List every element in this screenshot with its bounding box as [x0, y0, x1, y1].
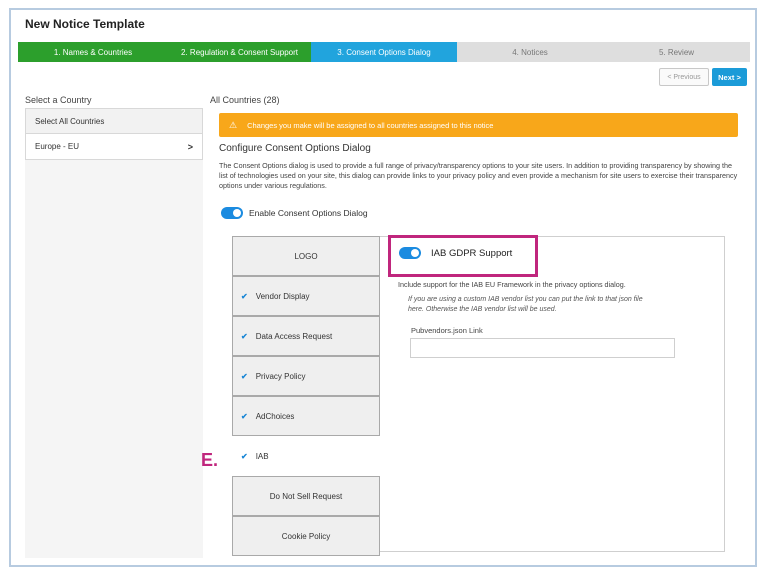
check-icon: ✔ [241, 371, 248, 381]
iab-gdpr-toggle[interactable] [399, 247, 421, 259]
check-icon: ✔ [241, 411, 248, 421]
enable-consent-toggle[interactable] [221, 207, 243, 219]
tab-logo[interactable]: LOGO [232, 236, 380, 276]
enable-consent-row: Enable Consent Options Dialog [221, 207, 368, 219]
pubvendors-label: Pubvendors.json Link [411, 326, 483, 335]
page-title: New Notice Template [25, 17, 145, 31]
tab-do-not-sell-request[interactable]: Do Not Sell Request [232, 476, 380, 516]
tab-vendor-display[interactable]: ✔ Vendor Display [232, 276, 380, 316]
country-item-europe-eu[interactable]: Europe - EU > [25, 134, 203, 160]
check-icon: ✔ [241, 291, 248, 301]
tab-adchoices[interactable]: ✔ AdChoices [232, 396, 380, 436]
step-regulation-consent[interactable]: 2. Regulation & Consent Support [168, 42, 311, 62]
wizard-stepper: 1. Names & Countries 2. Regulation & Con… [18, 42, 750, 62]
next-button[interactable]: Next > [712, 68, 747, 86]
annotation-label: E. [201, 450, 219, 470]
check-icon: ✔ [241, 331, 248, 341]
tab-data-access-request[interactable]: ✔ Data Access Request [232, 316, 380, 356]
previous-button[interactable]: < Previous [659, 68, 709, 86]
options-tabs: LOGO ✔ Vendor Display ✔ Data Access Reques… [232, 236, 380, 556]
warning-banner: ⚠ Changes you make will be assigned to a… [219, 113, 738, 137]
select-country-label: Select a Country [25, 95, 92, 105]
step-names-countries[interactable]: 1. Names & Countries [18, 42, 168, 62]
step-review[interactable]: 5. Review [603, 42, 750, 62]
tab-privacy-policy[interactable]: ✔ Privacy Policy [232, 356, 380, 396]
warning-icon: ⚠ [229, 119, 238, 130]
all-countries-label: All Countries (28) [210, 95, 280, 105]
tab-iab[interactable]: ✔ IAB [232, 436, 380, 476]
check-icon: ✔ [241, 451, 248, 461]
iab-description: Include support for the IAB EU Framework… [398, 280, 626, 289]
section-description: The Consent Options dialog is used to pr… [219, 161, 738, 190]
pubvendors-input[interactable] [410, 338, 675, 358]
select-all-countries[interactable]: Select All Countries [25, 108, 203, 134]
chevron-right-icon: > [187, 141, 193, 152]
iab-gdpr-row: IAB GDPR Support [399, 247, 512, 259]
country-list: Select All Countries Europe - EU > [25, 108, 203, 558]
iab-note: If you are using a custom IAB vendor lis… [408, 296, 643, 313]
step-notices[interactable]: 4. Notices [457, 42, 603, 62]
tab-cookie-policy[interactable]: Cookie Policy [232, 516, 380, 556]
section-title: Configure Consent Options Dialog [219, 143, 371, 154]
step-consent-options-dialog[interactable]: 3. Consent Options Dialog [311, 42, 457, 62]
window-frame: New Notice Template 1. Names & Countries… [9, 8, 757, 567]
